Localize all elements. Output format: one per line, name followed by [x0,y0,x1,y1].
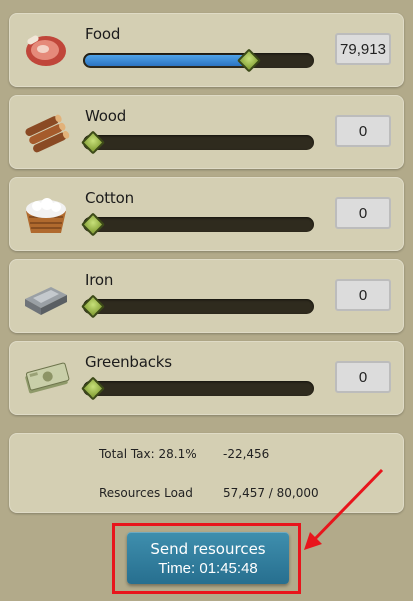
resource-slider[interactable] [80,376,314,401]
resource-slider[interactable] [80,212,314,237]
resource-label: Wood [85,107,127,125]
slider-thumb[interactable] [80,376,106,401]
quantity-input[interactable]: 0 [335,197,391,229]
send-button-highlight: Send resources Time: 01:45:48 [112,523,301,594]
resource-slider[interactable] [83,48,314,73]
total-tax-label: Total Tax: 28.1% [99,447,197,461]
resource-row-greenbacks: Greenbacks 0 [9,341,404,415]
resource-row-food: Food 79,913 [9,13,404,87]
resource-label: Food [85,25,121,43]
resource-label: Cotton [85,189,134,207]
resource-row-cotton: Cotton 0 [9,177,404,251]
iron-ingot-icon [25,287,67,315]
resource-slider[interactable] [80,294,314,319]
pointer-arrow-icon [304,468,384,550]
quantity-input[interactable]: 0 [335,279,391,311]
slider-thumb[interactable] [80,294,106,319]
resource-row-iron: Iron 0 [9,259,404,333]
money-bills-icon [25,362,70,394]
send-resources-button[interactable]: Send resources Time: 01:45:48 [127,532,289,584]
resource-row-wood: Wood 0 [9,95,404,169]
slider-thumb[interactable] [80,212,106,237]
resources-load-label: Resources Load [99,486,193,500]
cotton-basket-icon [26,198,66,233]
send-time-label: Time: 01:45:48 [158,560,258,577]
wood-logs-icon [25,114,70,153]
quantity-input[interactable]: 0 [335,361,391,393]
resource-label: Iron [85,271,114,289]
quantity-input[interactable]: 79,913 [335,33,391,65]
total-tax-value: -22,456 [223,447,270,461]
resource-slider[interactable] [80,130,314,155]
slider-fill [85,55,247,66]
slider-thumb[interactable] [80,130,106,155]
send-button-label: Send resources [150,540,266,558]
quantity-input[interactable]: 0 [335,115,391,147]
slider-thumb[interactable] [236,48,262,73]
resource-label: Greenbacks [85,353,172,371]
meat-icon [26,35,66,66]
